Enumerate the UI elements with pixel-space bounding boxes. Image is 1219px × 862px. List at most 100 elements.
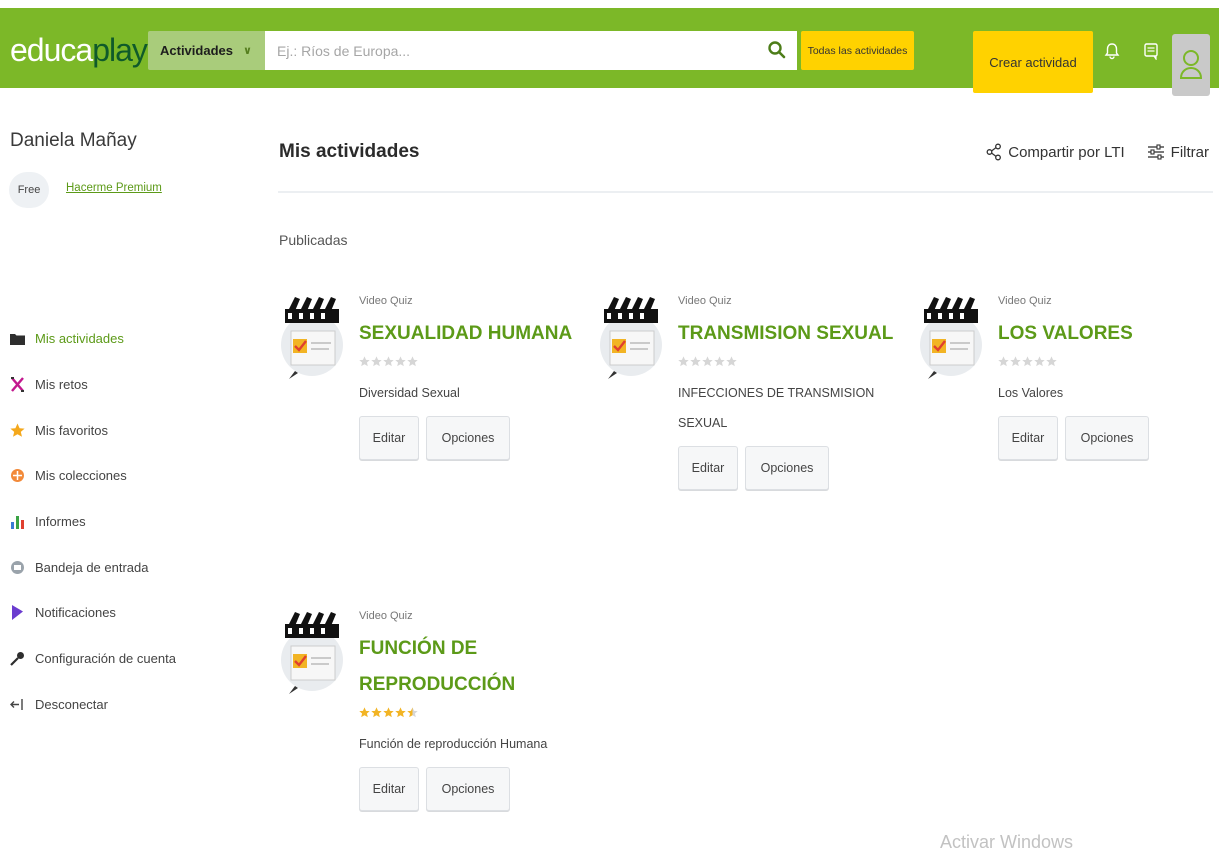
search-input[interactable]: [277, 42, 737, 59]
rating-star-icon: [359, 707, 370, 718]
create-activity-button[interactable]: Crear actividad: [973, 31, 1093, 93]
edit-button[interactable]: Editar: [359, 767, 419, 811]
sidebar-item-configuracion[interactable]: Configuración de cuenta: [10, 636, 230, 682]
rating-stars: [359, 356, 579, 372]
activity-description: Función de reproducción Humana: [359, 737, 548, 751]
category-select-label: Actividades: [160, 43, 233, 58]
folder-icon: [10, 331, 25, 346]
rating-stars: [998, 356, 1218, 372]
rating-star-icon: [395, 356, 406, 367]
activity-title[interactable]: TRANSMISION SEXUAL: [678, 316, 898, 352]
divider: [278, 191, 1213, 193]
share-icon: [986, 143, 1002, 161]
activity-type: Video Quiz: [359, 295, 413, 307]
filter-label: Filtrar: [1170, 143, 1209, 161]
rating-star-icon: [1046, 356, 1057, 367]
search-box: [265, 31, 797, 70]
activity-thumbnail[interactable]: [279, 610, 345, 702]
activity-actions: Editar Opciones: [359, 767, 579, 811]
sidebar-item-label: Notificaciones: [35, 605, 116, 621]
share-lti-button[interactable]: Compartir por LTI: [986, 143, 1125, 161]
options-button[interactable]: Opciones: [426, 416, 510, 460]
activity-thumbnail[interactable]: [279, 295, 345, 387]
sidebar-menu: Mis actividades Mis retos Mis favoritos …: [10, 316, 230, 727]
user-icon: [1179, 50, 1203, 79]
sidebar-item-mis-favoritos[interactable]: Mis favoritos: [10, 407, 230, 453]
wrench-icon: [10, 651, 25, 666]
options-button[interactable]: Opciones: [745, 446, 829, 490]
rating-star-icon: [1022, 356, 1033, 367]
bell-icon[interactable]: [1103, 42, 1121, 60]
sidebar-item-notificaciones[interactable]: Notificaciones: [10, 590, 230, 636]
sidebar-item-mis-retos[interactable]: Mis retos: [10, 362, 230, 408]
rating-star-icon: [407, 707, 418, 718]
rating-star-icon: [371, 356, 382, 367]
user-avatar[interactable]: [1172, 34, 1210, 96]
activity-meta: Video Quiz LOS VALORES Los Valores Editar Op…: [998, 295, 1218, 460]
educaplay-logo[interactable]: educaplay: [10, 30, 148, 70]
activity-meta: Video Quiz SEXUALIDAD HUMANA Diversidad Se…: [359, 295, 579, 460]
rating-star-icon: [998, 356, 1009, 367]
activity-actions: Editar Opciones: [678, 446, 898, 490]
activity-meta: Video Quiz FUNCIÓN DE REPRODUCCIÓN Función…: [359, 610, 579, 811]
sidebar-item-bandeja-de-entrada[interactable]: Bandeja de entrada: [10, 544, 230, 590]
top-navigation-bar: educaplay Actividades ∨ Todas las activi…: [0, 8, 1219, 96]
edit-button[interactable]: Editar: [678, 446, 738, 490]
rating-star-icon: [690, 356, 701, 367]
rating-star-icon: [702, 356, 713, 367]
sidebar-item-label: Configuración de cuenta: [35, 651, 176, 667]
options-button[interactable]: Opciones: [1065, 416, 1149, 460]
filter-button[interactable]: Filtrar: [1147, 144, 1209, 161]
activity-title[interactable]: LOS VALORES: [998, 316, 1218, 352]
activity-type: Video Quiz: [359, 610, 413, 622]
activity-meta: Video Quiz TRANSMISION SEXUAL INFECCIONES …: [678, 295, 898, 490]
sidebar-item-label: Bandeja de entrada: [35, 559, 149, 575]
sidebar-item-mis-colecciones[interactable]: Mis colecciones: [10, 453, 230, 499]
sidebar-item-desconectar[interactable]: Desconectar: [10, 682, 230, 728]
activity-card: Video Quiz TRANSMISION SEXUAL INFECCIONES …: [598, 295, 898, 555]
bar-chart-icon: [10, 514, 25, 530]
rating-star-icon: [407, 356, 418, 367]
activity-description: Diversidad Sexual: [359, 386, 460, 400]
activity-thumbnail[interactable]: [598, 295, 664, 387]
edit-button[interactable]: Editar: [359, 416, 419, 460]
sidebar-item-mis-actividades[interactable]: Mis actividades: [10, 316, 230, 362]
category-select[interactable]: Actividades ∨: [148, 31, 265, 70]
sidebar-item-label: Mis actividades: [35, 331, 124, 347]
star-icon: [10, 423, 25, 438]
all-activities-button[interactable]: Todas las actividades: [801, 31, 914, 70]
rating-star-icon: [714, 356, 725, 367]
search-icon[interactable]: [767, 40, 787, 60]
message-icon[interactable]: [1142, 42, 1160, 60]
filter-icon: [1147, 144, 1164, 160]
activity-card: Video Quiz FUNCIÓN DE REPRODUCCIÓN Función…: [279, 610, 579, 862]
options-button[interactable]: Opciones: [426, 767, 510, 811]
activity-title[interactable]: SEXUALIDAD HUMANA: [359, 316, 579, 352]
activity-title[interactable]: FUNCIÓN DE REPRODUCCIÓN: [359, 631, 549, 703]
rating-star-icon: [383, 707, 394, 718]
section-label-published: Publicadas: [279, 232, 348, 248]
edit-button[interactable]: Editar: [998, 416, 1058, 460]
rating-star-icon: [1010, 356, 1021, 367]
sidebar-item-label: Informes: [35, 514, 86, 530]
share-lti-label: Compartir por LTI: [1008, 143, 1125, 161]
notification-icon: [10, 605, 25, 621]
activity-description: Los Valores: [998, 386, 1064, 400]
premium-link[interactable]: Hacerme Premium: [66, 182, 162, 194]
sidebar-item-label: Mis colecciones: [35, 468, 127, 484]
rating-star-icon: [678, 356, 689, 367]
activity-thumbnail[interactable]: [918, 295, 984, 387]
chevron-down-icon: ∨: [242, 45, 252, 57]
rating-star-icon: [383, 356, 394, 367]
activity-description: INFECCIONES DE TRANSMISION SEXUAL: [678, 386, 875, 430]
sidebar-item-informes[interactable]: Informes: [10, 499, 230, 545]
logout-icon: [10, 697, 25, 712]
rating-star-icon: [1034, 356, 1045, 367]
activity-type: Video Quiz: [998, 295, 1052, 307]
page-title: Mis actividades: [279, 141, 420, 162]
activity-actions: Editar Opciones: [998, 416, 1218, 460]
rating-stars: [678, 356, 898, 372]
plan-badge: Free: [9, 172, 49, 208]
rating-stars: [359, 707, 579, 723]
header-actions: Compartir por LTI Filtrar: [986, 143, 1209, 161]
